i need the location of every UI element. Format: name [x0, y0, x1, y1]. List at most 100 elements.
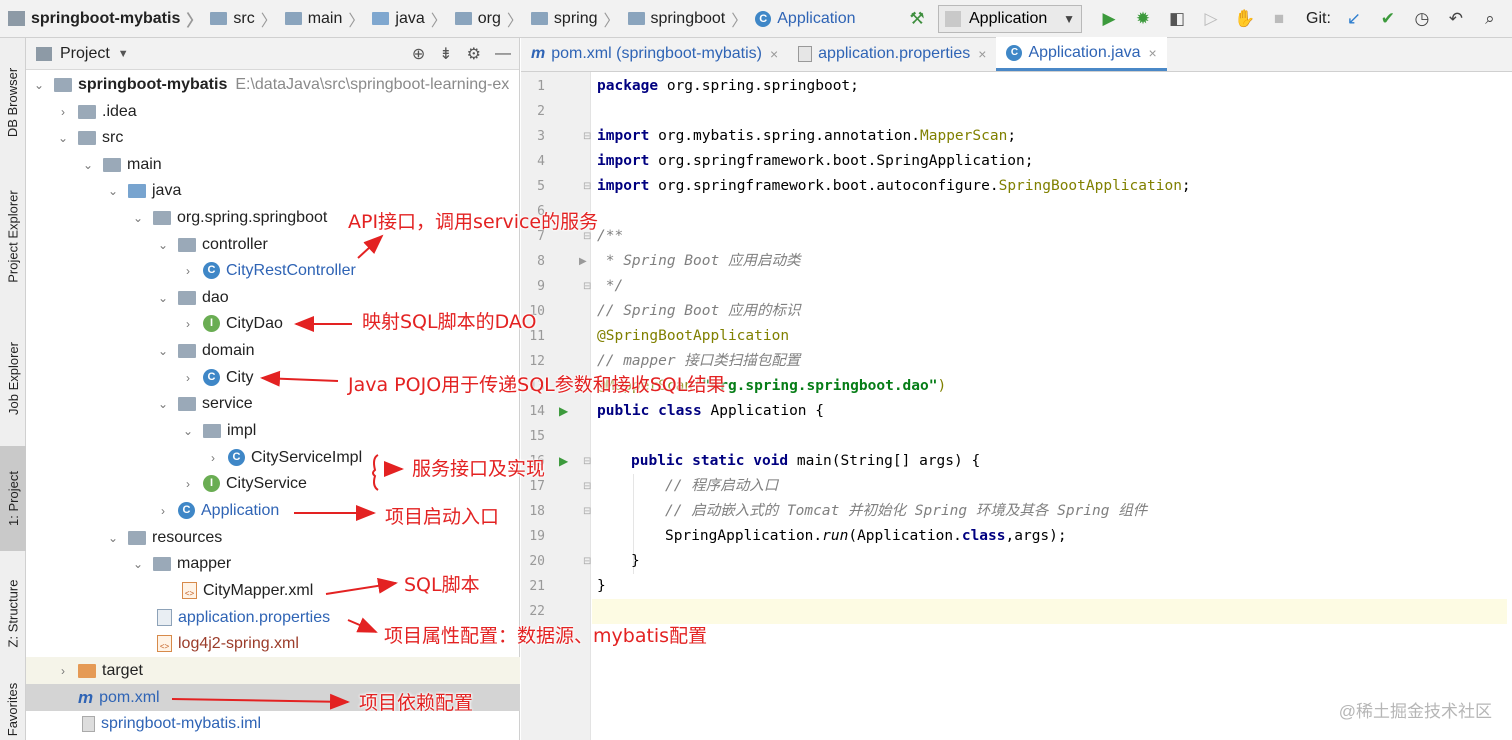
tree-item-impl[interactable]: ⌄ impl: [26, 417, 520, 444]
chevron-down-icon[interactable]: ⌄: [156, 344, 170, 358]
breadcrumb-item-java[interactable]: java 〉: [372, 0, 454, 38]
collapse-all-icon[interactable]: ⇟: [439, 44, 452, 64]
code-line-22-current: [592, 599, 1507, 624]
tool-tab-project[interactable]: 1: Project: [0, 446, 26, 551]
fold-marker-icon[interactable]: ⊟: [583, 124, 591, 149]
chevron-down-icon[interactable]: ⌄: [156, 397, 170, 411]
chevron-right-icon[interactable]: ›: [181, 264, 195, 278]
tool-tab-job-explorer[interactable]: Job Explorer: [0, 318, 26, 438]
tree-item-src[interactable]: ⌄ src: [26, 124, 520, 151]
profile-icon[interactable]: ▷: [1200, 8, 1222, 30]
tree-item-java[interactable]: ⌄ java: [26, 177, 520, 204]
fold-arrow-icon[interactable]: ▶: [579, 249, 587, 274]
run-gutter-icon[interactable]: ▶: [559, 449, 568, 474]
coverage-icon[interactable]: ◧: [1166, 8, 1188, 30]
tree-item-domain[interactable]: ⌄ domain: [26, 337, 520, 364]
run-configuration-select[interactable]: Application ▼: [938, 5, 1082, 33]
code-line-19: SpringApplication.run(Application.class,…: [665, 524, 1067, 549]
chevron-down-icon[interactable]: ⌄: [131, 557, 145, 571]
tree-item-idea[interactable]: › .idea: [26, 98, 520, 125]
git-history-icon[interactable]: ◷: [1411, 8, 1433, 30]
git-commit-icon[interactable]: ✔: [1377, 8, 1399, 30]
breadcrumb-label: Application: [777, 9, 856, 27]
chevron-right-icon[interactable]: ›: [181, 317, 195, 331]
tree-item-root[interactable]: ⌄ springboot-mybatis E:\dataJava\src\spr…: [26, 71, 520, 98]
maven-icon: m: [78, 687, 94, 707]
tree-item-cityrestcontroller[interactable]: › C CityRestController: [26, 257, 520, 284]
search-everywhere-icon[interactable]: ⌕: [1479, 8, 1501, 30]
attach-icon[interactable]: ✋: [1234, 8, 1256, 30]
run-icon[interactable]: ▶: [1098, 8, 1120, 30]
fold-marker-icon[interactable]: ⊟: [583, 549, 591, 574]
hide-icon[interactable]: —: [495, 45, 511, 63]
chevron-right-icon[interactable]: ›: [156, 504, 170, 518]
code-string: "org.spring.springboot.dao": [701, 378, 938, 394]
chevron-right-icon[interactable]: ›: [206, 451, 220, 465]
tool-tab-favorites[interactable]: Favorites: [0, 678, 26, 740]
line-number: 15: [529, 429, 545, 444]
chevron-down-icon[interactable]: ⌄: [156, 291, 170, 305]
tab-application-java[interactable]: C Application.java ×: [996, 37, 1167, 71]
build-hammer-icon[interactable]: ⚒: [906, 8, 928, 30]
debug-icon[interactable]: ✹: [1132, 8, 1154, 30]
breadcrumb-item-org[interactable]: org 〉: [454, 0, 531, 38]
fold-marker-icon[interactable]: ⊟: [583, 499, 591, 524]
tool-tab-structure[interactable]: Z: Structure: [0, 558, 26, 668]
resources-folder-icon: [128, 530, 146, 545]
fold-marker-icon[interactable]: ⊟: [583, 449, 591, 474]
close-icon[interactable]: ×: [978, 46, 986, 62]
tool-tab-project-explorer[interactable]: Project Explorer: [0, 166, 26, 306]
fold-marker-icon[interactable]: ⊟: [583, 174, 591, 199]
tree-item-main[interactable]: ⌄ main: [26, 151, 520, 178]
stop-icon[interactable]: ■: [1268, 8, 1290, 30]
gear-icon[interactable]: ⚙: [467, 44, 481, 64]
chevron-right-icon[interactable]: ›: [181, 371, 195, 385]
folder-icon: [284, 12, 302, 25]
run-gutter-icon[interactable]: ▶: [559, 399, 568, 424]
git-update-icon[interactable]: ↙: [1343, 8, 1365, 30]
chevron-down-icon[interactable]: ⌄: [156, 238, 170, 252]
tool-tab-db-browser[interactable]: DB Browser: [0, 46, 26, 158]
line-number: 3: [537, 129, 545, 144]
chevron-right-icon[interactable]: ›: [56, 664, 70, 678]
project-view-select[interactable]: Project: [60, 45, 110, 63]
locate-icon[interactable]: ⊕: [412, 44, 425, 64]
breadcrumb-label: springboot: [650, 9, 726, 27]
tree-item-label: CityDao: [226, 314, 283, 332]
breadcrumb-item-springboot[interactable]: springboot 〉: [627, 0, 756, 38]
chevron-right-icon[interactable]: ›: [56, 105, 70, 119]
breadcrumb-label: springboot-mybatis: [31, 9, 181, 27]
tree-item-controller[interactable]: ⌄ controller: [26, 231, 520, 258]
tab-application-properties[interactable]: application.properties ×: [788, 37, 996, 71]
chevron-down-icon[interactable]: ⌄: [131, 211, 145, 225]
chevron-down-icon[interactable]: ▼: [118, 48, 129, 60]
line-number: 18: [529, 504, 545, 519]
chevron-down-icon[interactable]: ⌄: [81, 158, 95, 172]
tree-item-target[interactable]: › target: [26, 657, 520, 684]
breadcrumb-item-main[interactable]: main 〉: [284, 0, 373, 38]
code-area[interactable]: package org.spring.springboot; import or…: [592, 72, 1512, 740]
chevron-down-icon[interactable]: ⌄: [181, 424, 195, 438]
code-text: org.spring.springboot;: [658, 78, 859, 94]
close-icon[interactable]: ×: [770, 46, 778, 62]
breadcrumb-item-application[interactable]: C Application: [755, 0, 856, 38]
breadcrumb-item-project[interactable]: springboot-mybatis 〉: [8, 0, 210, 38]
breadcrumb-item-src[interactable]: src 〉: [210, 0, 284, 38]
chevron-down-icon[interactable]: ⌄: [32, 78, 46, 92]
source-folder-icon: [128, 183, 146, 198]
breadcrumb-label: main: [307, 9, 343, 27]
module-file-icon: [82, 715, 95, 732]
fold-marker-icon[interactable]: ⊟: [583, 274, 591, 299]
fold-marker-icon[interactable]: ⊟: [583, 474, 591, 499]
breadcrumb-item-spring[interactable]: spring 〉: [530, 0, 628, 38]
tab-pom-xml[interactable]: m pom.xml (springboot-mybatis) ×: [521, 37, 788, 71]
chevron-right-icon[interactable]: ›: [181, 477, 195, 491]
git-revert-icon[interactable]: ↶: [1445, 8, 1467, 30]
chevron-down-icon[interactable]: ⌄: [106, 184, 120, 198]
chevron-down-icon[interactable]: ⌄: [56, 131, 70, 145]
tab-label: Application.java: [1028, 43, 1141, 61]
close-icon[interactable]: ×: [1149, 45, 1157, 61]
annotation-service: 服务接口及实现: [412, 458, 546, 480]
chevron-down-icon[interactable]: ⌄: [106, 531, 120, 545]
class-icon: C: [203, 262, 220, 279]
